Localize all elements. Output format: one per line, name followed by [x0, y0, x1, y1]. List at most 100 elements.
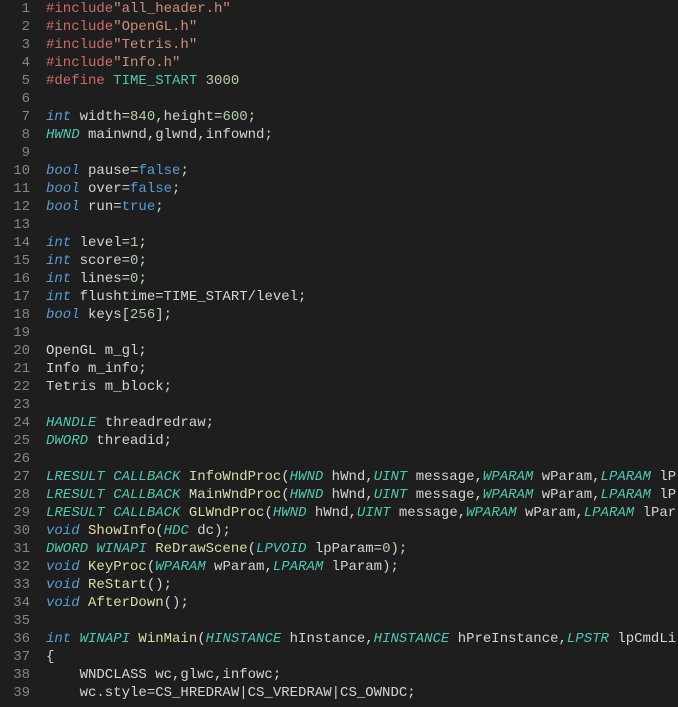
token: wParam, — [214, 559, 273, 575]
code-line[interactable]: void AfterDown(); — [46, 594, 678, 612]
code-line[interactable] — [46, 396, 678, 414]
token: lP — [659, 487, 676, 503]
token: AfterDown — [88, 595, 164, 611]
code-line[interactable]: LRESULT CALLBACK GLWndProc(HWND hWnd,UIN… — [46, 504, 678, 522]
line-number: 8 — [8, 126, 30, 144]
code-line[interactable] — [46, 612, 678, 630]
token: LPSTR — [567, 631, 617, 647]
code-line[interactable]: void KeyProc(WPARAM wParam,LPARAM lParam… — [46, 558, 678, 576]
token: TIME_START — [113, 73, 205, 89]
token: DWORD WINAPI — [46, 541, 155, 557]
code-line[interactable]: int flushtime=TIME_START/level; — [46, 288, 678, 306]
token: HWND — [46, 127, 88, 143]
line-number: 37 — [8, 648, 30, 666]
code-line[interactable]: bool pause=false; — [46, 162, 678, 180]
line-number: 11 — [8, 180, 30, 198]
code-line[interactable]: HANDLE threadredraw; — [46, 414, 678, 432]
code-line[interactable]: Tetris m_block; — [46, 378, 678, 396]
token: ; — [180, 595, 188, 611]
code-line[interactable]: #define TIME_START 3000 — [46, 72, 678, 90]
line-number: 25 — [8, 432, 30, 450]
line-number: 18 — [8, 306, 30, 324]
code-line[interactable]: DWORD threadid; — [46, 432, 678, 450]
token: ]; — [155, 307, 172, 323]
code-line[interactable] — [46, 144, 678, 162]
token: WPARAM — [155, 559, 214, 575]
line-number: 38 — [8, 666, 30, 684]
token: { — [46, 649, 54, 665]
token: #include — [46, 1, 113, 17]
code-line[interactable]: HWND mainwnd,glwnd,infownd; — [46, 126, 678, 144]
token: lpParam= — [315, 541, 382, 557]
code-line[interactable]: wc.style=CS_HREDRAW|CS_VREDRAW|CS_OWNDC; — [46, 684, 678, 702]
code-line[interactable]: OpenGL m_gl; — [46, 342, 678, 360]
token: KeyProc — [88, 559, 147, 575]
token: LRESULT CALLBACK — [46, 487, 189, 503]
code-line[interactable]: bool run=true; — [46, 198, 678, 216]
token: ( — [281, 469, 289, 485]
token: HWND — [273, 505, 315, 521]
code-line[interactable]: int WINAPI WinMain(HINSTANCE hInstance,H… — [46, 630, 678, 648]
code-line[interactable] — [46, 90, 678, 108]
token: ; — [138, 253, 146, 269]
code-line[interactable]: int lines=0; — [46, 270, 678, 288]
token: false — [138, 163, 180, 179]
token: UINT — [357, 505, 399, 521]
line-number: 16 — [8, 270, 30, 288]
code-line[interactable]: bool keys[256]; — [46, 306, 678, 324]
token: message, — [399, 505, 466, 521]
token: WINAPI — [80, 631, 139, 647]
token: mainwnd,glwnd,infownd; — [88, 127, 273, 143]
token: threadid; — [96, 433, 172, 449]
token: OpenGL m_gl; — [46, 343, 147, 359]
code-line[interactable]: #include"OpenGL.h" — [46, 18, 678, 36]
code-line[interactable]: #include"all_header.h" — [46, 0, 678, 18]
code-line[interactable]: int score=0; — [46, 252, 678, 270]
code-area[interactable]: #include"all_header.h"#include"OpenGL.h"… — [42, 0, 678, 707]
code-line[interactable]: void ShowInfo(HDC dc); — [46, 522, 678, 540]
code-line[interactable]: int level=1; — [46, 234, 678, 252]
token: ,height= — [155, 109, 222, 125]
code-line[interactable]: #include"Tetris.h" — [46, 36, 678, 54]
token: 256 — [130, 307, 155, 323]
code-line[interactable]: bool over=false; — [46, 180, 678, 198]
code-line[interactable]: Info m_info; — [46, 360, 678, 378]
code-line[interactable] — [46, 216, 678, 234]
code-line[interactable]: void ReStart(); — [46, 576, 678, 594]
token: HINSTANCE — [206, 631, 290, 647]
token: pause= — [88, 163, 138, 179]
token: WPARAM — [483, 487, 542, 503]
code-line[interactable]: { — [46, 648, 678, 666]
token: hWnd, — [332, 487, 374, 503]
token: DWORD — [46, 433, 96, 449]
token: threadredraw; — [105, 415, 214, 431]
token: ; — [155, 199, 163, 215]
line-number: 34 — [8, 594, 30, 612]
line-number: 17 — [8, 288, 30, 306]
code-line[interactable]: #include"Info.h" — [46, 54, 678, 72]
line-number: 10 — [8, 162, 30, 180]
code-line[interactable]: WNDCLASS wc,glwc,infowc; — [46, 666, 678, 684]
code-line[interactable]: LRESULT CALLBACK InfoWndProc(HWND hWnd,U… — [46, 468, 678, 486]
token: #include — [46, 37, 113, 53]
token: Tetris m_block; — [46, 379, 172, 395]
code-line[interactable]: int width=840,height=600; — [46, 108, 678, 126]
token: ) — [382, 559, 390, 575]
token: flushtime=TIME_START/level; — [80, 289, 307, 305]
token: 840 — [130, 109, 155, 125]
token: void — [46, 523, 88, 539]
token: dc — [197, 523, 214, 539]
code-line[interactable]: LRESULT CALLBACK MainWndProc(HWND hWnd,U… — [46, 486, 678, 504]
token: GLWndProc — [189, 505, 265, 521]
token: ; — [164, 577, 172, 593]
token: void — [46, 559, 88, 575]
token: HWND — [290, 469, 332, 485]
code-line[interactable]: DWORD WINAPI ReDrawScene(LPVOID lpParam=… — [46, 540, 678, 558]
token: false — [130, 181, 172, 197]
token: UINT — [374, 487, 416, 503]
token: ) — [390, 541, 398, 557]
code-line[interactable] — [46, 450, 678, 468]
line-number: 19 — [8, 324, 30, 342]
code-line[interactable] — [46, 324, 678, 342]
token: bool — [46, 307, 88, 323]
